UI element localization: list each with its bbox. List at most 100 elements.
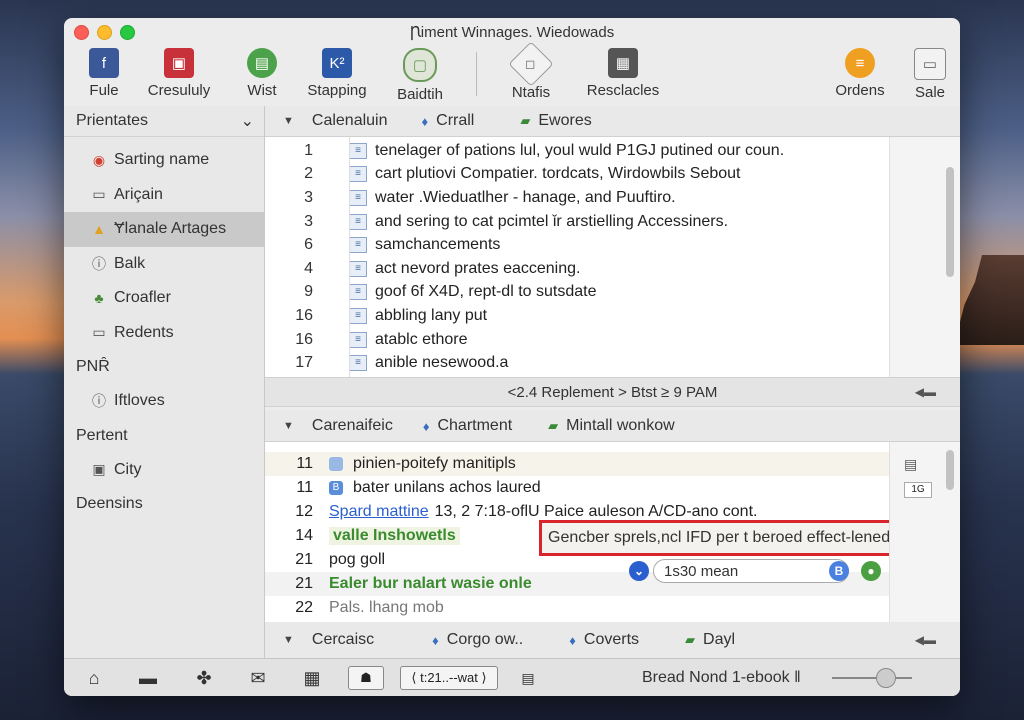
toolbar-button-baidtih[interactable]: ▢ Baidtih xyxy=(394,48,446,103)
user-icon[interactable]: ☗ xyxy=(348,666,384,690)
list-item[interactable]: 17 ≡ anible nesewood.a xyxy=(265,351,889,375)
sidebar-item-label: Croafler xyxy=(114,289,171,307)
row-number: 12 xyxy=(295,502,313,520)
toolbar-separator xyxy=(476,52,477,96)
sidebar-item-city[interactable]: ▣ City xyxy=(64,453,264,488)
tag-icon: ◇ xyxy=(508,41,554,87)
row-text: pinien-poitefy manitipls xyxy=(353,454,516,472)
disclosure-triangle-icon[interactable]: ▼ xyxy=(283,115,294,127)
info-circle-icon: ⓘ xyxy=(92,255,106,272)
mail-icon[interactable]: ✉ xyxy=(246,667,270,689)
toolbar-button-ordens[interactable]: ≡ Ordens xyxy=(832,48,888,99)
tab-calenaluin[interactable]: Calenaluin xyxy=(312,112,388,130)
zoom-slider-knob[interactable] xyxy=(876,668,896,688)
toolbar-button-cresululy[interactable]: ▣ Cresululy xyxy=(142,48,216,99)
list-item[interactable]: 1 ≡ tenelager of pations lul, youl wuld P1… xyxy=(265,139,889,163)
window-title: Ꞃiment Winnages. Wiedowads xyxy=(409,24,615,41)
toolbar-label: Resclacles xyxy=(586,82,660,99)
document-icon: ≡ xyxy=(349,355,367,372)
list-item[interactable]: 11 pinien-poitefy manitipls xyxy=(265,452,889,476)
tray-icon: ▭ xyxy=(92,324,106,341)
tab-dayl[interactable]: ▰ Dayl xyxy=(685,631,735,649)
tab-label: Cercaisc xyxy=(311,631,375,648)
pane2-scrollbar[interactable]: ▤ 1G xyxy=(889,442,960,622)
list-item[interactable]: 3 ≡ and sering to cat pcimtel ǐr arstielli… xyxy=(265,210,889,234)
zoom-slider[interactable] xyxy=(832,677,912,679)
pane1-header: ▼ Calenaluin ♦ Crrall ▰ Ewores xyxy=(265,106,960,137)
sidebar-header[interactable]: Prientates ⌄ xyxy=(64,106,264,137)
list-view-icon[interactable]: ▤ xyxy=(904,456,917,473)
row-number: 22 xyxy=(295,598,313,616)
tab-corgo-ow[interactable]: ♦ Corgo ow.. xyxy=(432,631,523,649)
sidebar-item-balk[interactable]: ⓘ Balk xyxy=(64,247,264,282)
row-text: 13, 2 7:18-oflU Paice auleson A/CD-ano c… xyxy=(434,502,758,520)
tab-label: Chartment xyxy=(437,417,513,434)
list-item[interactable]: 16 ≡ abbling lany put xyxy=(265,304,889,328)
sidebar-item-sarting-name[interactable]: ◉ Sarting name xyxy=(64,143,264,178)
sidebar-item-aricain[interactable]: ▭ Ariçain xyxy=(64,178,264,213)
chevron-down-icon[interactable]: ⌄ xyxy=(629,561,649,581)
confirm-icon[interactable]: ● xyxy=(861,561,881,581)
side-badge: 1G xyxy=(904,482,932,498)
tab-label: Carenaifeic xyxy=(311,417,393,434)
path-field[interactable]: ⟨ t:21..--wat ⟩ xyxy=(400,666,498,690)
toolbar-button-fule[interactable]: f Fule xyxy=(82,48,126,99)
sidebar-item-iftloves[interactable]: ⓘ Iftloves xyxy=(64,384,264,419)
list-item[interactable]: 16 ≡ atablc ethore xyxy=(265,328,889,352)
toolbar: f Fule ▣ Cresululy ▤ Wist K² Stapping ▢ … xyxy=(64,41,960,106)
row-number: 21 xyxy=(295,574,313,592)
grid-icon[interactable]: ▦ xyxy=(300,667,324,689)
list-item[interactable]: 2 ≡ cart plutiovi Compatier. tordcats, Wir… xyxy=(265,163,889,187)
tab-cercaisc[interactable]: Cercaisc xyxy=(312,631,374,649)
list-item[interactable]: 4 ≡ act nevord prates eaccening. xyxy=(265,257,889,281)
info-icon[interactable]: B xyxy=(829,561,849,581)
pane1-scrollbar[interactable] xyxy=(889,137,960,377)
list-item[interactable]: 9 ≡ goof 6f X4D, rept-dl to sutsdate xyxy=(265,281,889,305)
status-bar: <2.4 Replement > Btst ≥ 9 PAM ◀▬ xyxy=(265,377,960,407)
sidebar-item-redents[interactable]: ▭ Redents xyxy=(64,316,264,351)
list-item[interactable]: 3 ≡ water .Wieduatlher - hanage, and Puuft… xyxy=(265,186,889,210)
people-icon: ♣ xyxy=(94,290,104,307)
highlighted-cell[interactable]: Gencber sprels,ncl IFD per t beroed effe… xyxy=(539,520,909,556)
list-item[interactable]: 11 Bbater unilans achos laured xyxy=(265,476,889,500)
toolbar-button-wist[interactable]: ▤ Wist xyxy=(242,48,282,99)
pane3-header: ▼ Cercaisc ♦ Corgo ow.. ♦ Coverts ▰ Dayl ◀▬ xyxy=(265,622,960,659)
disclosure-triangle-icon[interactable]: ▼ xyxy=(283,420,294,432)
home-icon[interactable]: ⌂ xyxy=(82,667,106,689)
list-item[interactable]: 22 Pals. lhang mob xyxy=(265,596,889,620)
speaker-icon[interactable]: ◀▬ xyxy=(915,633,936,647)
tab-chartment[interactable]: ♦ Chartment xyxy=(423,417,512,435)
toolbar-button-stapping[interactable]: K² Stapping xyxy=(302,48,372,99)
bullet-icon: ♦ xyxy=(421,113,429,129)
folder-icon[interactable]: ▬ xyxy=(136,667,160,689)
scrollbar-thumb[interactable] xyxy=(946,450,954,490)
bottom-toolbar: ⌂ ▬ ✤ ✉ ▦ ☗ ⟨ t:21..--wat ⟩ ▤ Bread Nond… xyxy=(64,658,960,696)
toolbar-button-resclacles[interactable]: ▦ Resclacles xyxy=(578,48,668,99)
bullet-icon: ♦ xyxy=(422,418,430,434)
tab-carenaifeic[interactable]: Carenaifeic xyxy=(312,417,393,435)
path-field-value: ⟨ t:21..--wat ⟩ xyxy=(411,670,487,685)
search-field[interactable]: 1s30 mean xyxy=(653,559,849,583)
document-icon: ≡ xyxy=(349,260,367,277)
monitor-icon: ▢ xyxy=(403,48,437,82)
scrollbar-thumb[interactable] xyxy=(946,167,954,277)
document-icon: ▦ xyxy=(608,48,638,78)
puzzle-icon[interactable]: ✤ xyxy=(192,667,216,689)
toolbar-button-ntafis[interactable]: ◇ Ntafis xyxy=(506,41,556,101)
speaker-icon[interactable]: ◀▬ xyxy=(915,385,936,399)
sidebar-item-ylanale-artages[interactable]: ▲ Ɏlanale Artages xyxy=(64,212,264,247)
disclosure-triangle-icon[interactable]: ▼ xyxy=(283,634,294,646)
row-link[interactable]: Spard mattine xyxy=(329,503,429,521)
message-icon[interactable]: ▤ xyxy=(516,667,540,689)
tab-coverts[interactable]: ♦ Coverts xyxy=(569,631,639,649)
row-text: anible nesewood.a xyxy=(375,354,509,372)
tab-crrall[interactable]: ♦ Crrall xyxy=(422,112,475,130)
status-text: Bread Nond 1-ebook ‖ xyxy=(642,669,801,686)
toolbar-button-sale[interactable]: ▭ Sale xyxy=(910,48,950,101)
sidebar-item-croafler[interactable]: ♣ Croafler xyxy=(64,281,264,316)
chevron-down-icon[interactable]: ⌄ xyxy=(241,111,254,131)
tab-ewores[interactable]: ▰ Ewores xyxy=(520,112,591,130)
list-item[interactable]: 6 ≡ samchancements xyxy=(265,233,889,257)
tab-mintall-wonkow[interactable]: ▰ Mintall wonkow xyxy=(548,417,674,435)
status-text: <2.4 Replement > Btst ≥ 9 PAM xyxy=(507,383,718,401)
